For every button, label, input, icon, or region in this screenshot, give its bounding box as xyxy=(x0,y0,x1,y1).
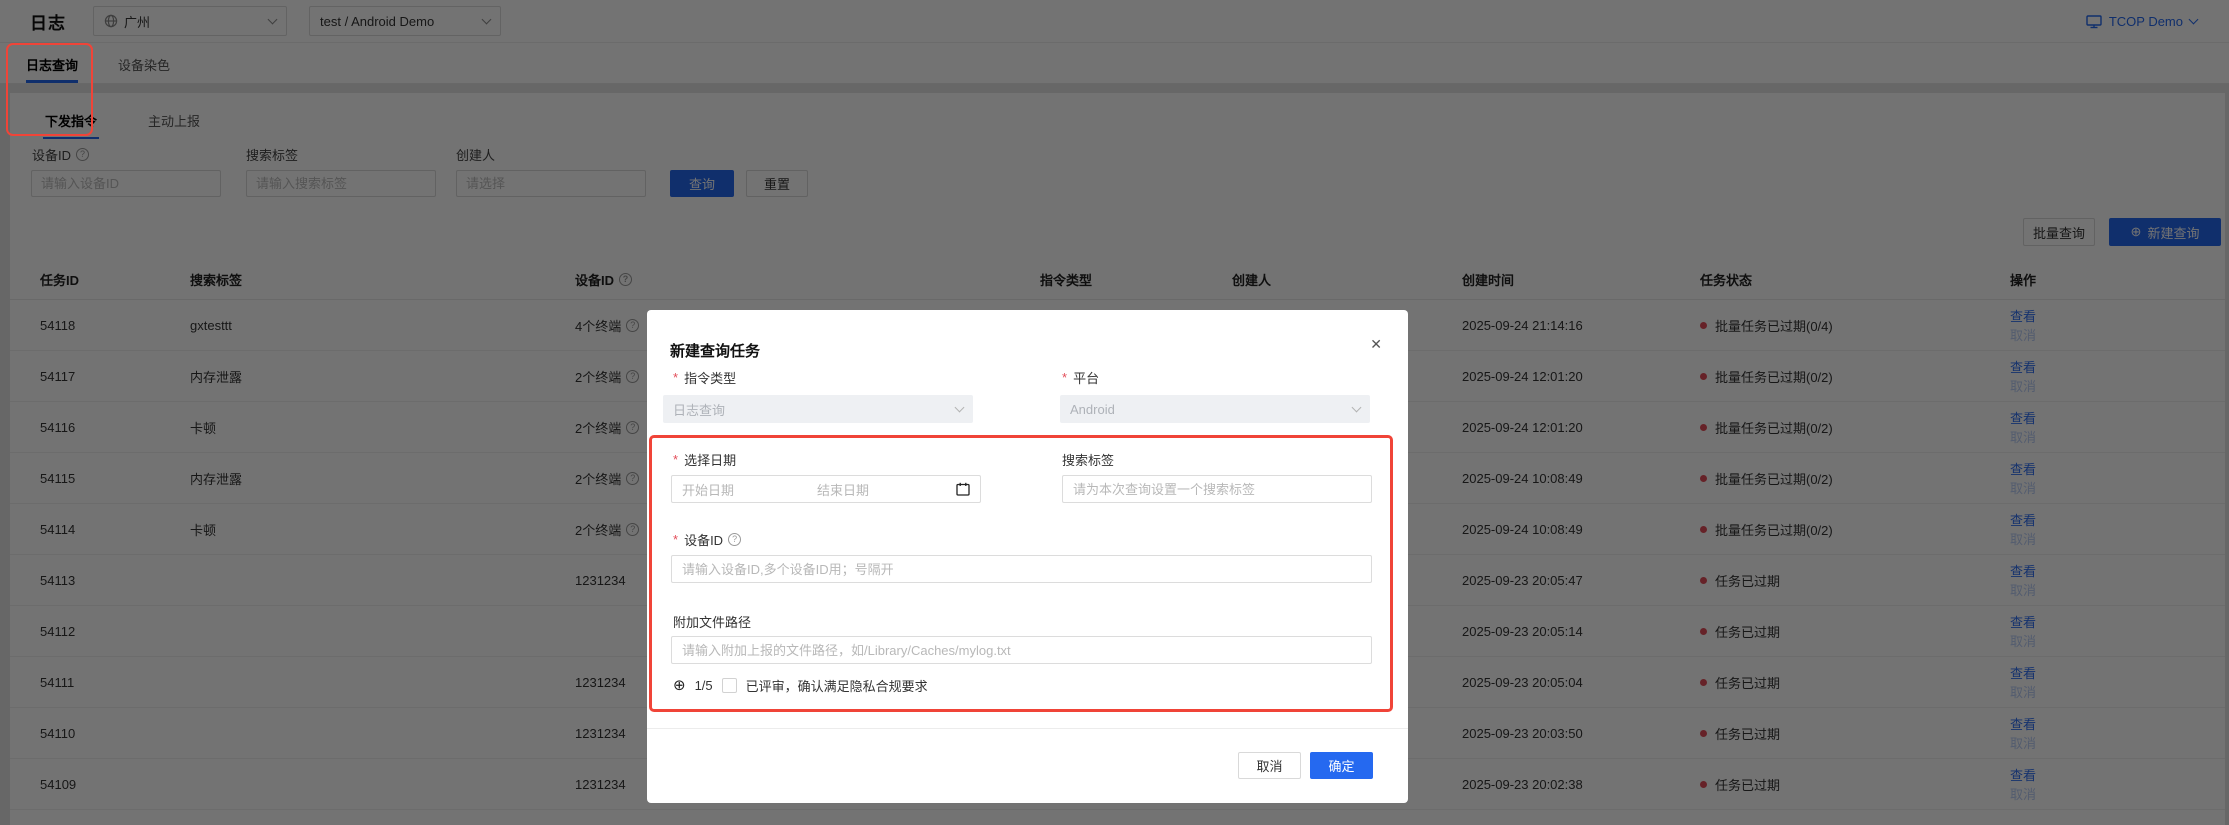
chevron-down-icon xyxy=(1351,402,1362,412)
date-label: * 选择日期 xyxy=(673,452,737,468)
platform-label: * 平台 xyxy=(1062,370,1100,386)
cmd-type-select: 日志查询 xyxy=(663,395,973,423)
chevron-down-icon xyxy=(954,402,965,412)
review-row: ⊕ 1/5 已评审，确认满足隐私合规要求 xyxy=(673,676,928,695)
close-icon[interactable]: ✕ xyxy=(1370,336,1382,353)
cmd-type-label: * 指令类型 xyxy=(673,370,737,386)
new-query-modal: 新建查询任务 ✕ * 指令类型 * 平台 日志查询 Android * 选择日期 搜索… xyxy=(647,310,1408,803)
platform-select: Android xyxy=(1060,395,1370,423)
modal-footer-divider xyxy=(647,728,1408,729)
file-path-input[interactable] xyxy=(671,636,1372,664)
modal-tag-label: 搜索标签 xyxy=(1062,453,1115,468)
date-end-placeholder: 结束日期 xyxy=(817,482,870,498)
cancel-button[interactable]: 取消 xyxy=(1238,752,1301,779)
calendar-icon xyxy=(956,482,970,496)
modal-title: 新建查询任务 xyxy=(670,343,761,360)
date-range-picker[interactable]: 开始日期 结束日期 xyxy=(671,475,981,503)
file-path-label: 附加文件路径 xyxy=(673,615,752,630)
plus-circle-icon[interactable]: ⊕ xyxy=(673,678,686,693)
modal-tag-input[interactable] xyxy=(1062,475,1372,503)
review-checkbox[interactable] xyxy=(721,678,737,693)
modal-device-label: * 设备ID? xyxy=(673,530,742,549)
modal-device-input[interactable] xyxy=(671,555,1372,583)
review-count: 1/5 xyxy=(694,678,713,693)
review-text: 已评审，确认满足隐私合规要求 xyxy=(745,679,928,694)
modal-footer: 取消 确定 xyxy=(1238,752,1373,779)
ok-button[interactable]: 确定 xyxy=(1310,752,1373,779)
help-icon[interactable]: ? xyxy=(728,533,742,546)
date-start-placeholder: 开始日期 xyxy=(682,482,735,498)
